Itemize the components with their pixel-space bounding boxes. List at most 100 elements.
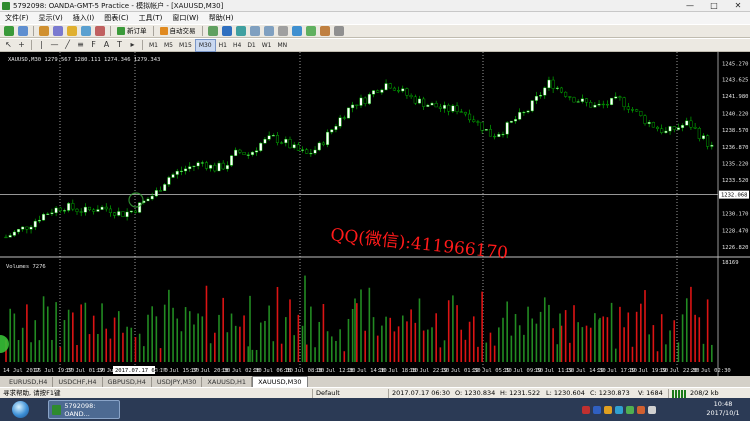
candle-body: [309, 152, 313, 155]
maximize-button[interactable]: □: [702, 0, 726, 12]
new-order-button[interactable]: 新订单: [114, 26, 150, 37]
candle-body: [417, 98, 421, 104]
tile-windows-icon[interactable]: [277, 26, 288, 36]
tray-app-icon[interactable]: [626, 405, 634, 414]
templates-icon[interactable]: [333, 26, 344, 36]
auto-scroll-icon[interactable]: [291, 26, 302, 36]
minimize-button[interactable]: —: [678, 0, 702, 12]
new-chart-icon[interactable]: [4, 26, 14, 36]
price-chart[interactable]: XAUUSD,M30 1279.567 1280.111 1274.346 12…: [0, 52, 750, 376]
taskbar-app-button[interactable]: 5792098: OAND...: [48, 400, 120, 419]
vertical-line-icon[interactable]: |: [37, 40, 46, 50]
menu-tools[interactable]: 工具(T): [134, 12, 168, 24]
data-window-icon[interactable]: [53, 26, 63, 36]
timeframe-mn[interactable]: MN: [275, 40, 291, 51]
trend-line-icon[interactable]: ╱: [63, 40, 72, 50]
timeframe-m30[interactable]: M30: [194, 38, 216, 52]
timeframe-d1[interactable]: D1: [244, 40, 258, 51]
timeframe-m15[interactable]: M15: [176, 40, 195, 51]
tray-input-icon[interactable]: [615, 405, 623, 414]
candle-body: [706, 135, 710, 147]
zoom-out-icon[interactable]: [263, 26, 274, 36]
navigator-icon[interactable]: [67, 26, 77, 36]
arrow-tool-icon[interactable]: ▸: [128, 40, 137, 50]
candle-body: [605, 104, 609, 106]
tab-usdjpy-m30[interactable]: USDJPY,M30: [152, 377, 203, 387]
candle-body: [413, 96, 417, 104]
strategy-tester-icon[interactable]: [95, 26, 105, 36]
chart-shift-icon[interactable]: [305, 26, 316, 36]
status-bar: 寻求帮助, 请按F1键 Default 2017.07.17 06:30 O: …: [0, 387, 750, 398]
terminal-icon[interactable]: [81, 26, 91, 36]
timeframe-w1[interactable]: W1: [259, 40, 275, 51]
market-watch-icon[interactable]: [39, 26, 49, 36]
title-bar: 5792098: OANDA-GMT-5 Practice - 模拟帐户 - […: [0, 0, 750, 12]
tab-xauusd-h1[interactable]: XAUUSD,H1: [202, 377, 253, 387]
volume-max-label: 18169: [722, 260, 739, 266]
price-tick-label: 1243.625: [722, 78, 749, 84]
candle-body: [409, 95, 413, 98]
candle-body: [33, 220, 37, 228]
menu-view[interactable]: 显示(V): [34, 12, 68, 24]
tray-flag-icon[interactable]: [637, 405, 645, 414]
candle-body: [668, 126, 672, 132]
close-button[interactable]: ✕: [726, 0, 750, 12]
zoom-in-icon[interactable]: [249, 26, 260, 36]
label-tool-icon[interactable]: T: [115, 40, 124, 50]
tab-gbpusd-h4[interactable]: GBPUSD,H4: [103, 377, 152, 387]
tab-xauusd-m30[interactable]: XAUUSD,M30: [252, 376, 308, 387]
menu-help[interactable]: 帮助(H): [204, 12, 239, 24]
candle-body: [204, 162, 208, 169]
new-order-icon: [117, 27, 125, 35]
timeframe-h4[interactable]: H4: [230, 40, 244, 51]
channel-icon[interactable]: ≡: [76, 40, 85, 50]
candle-body: [622, 97, 626, 107]
candle-body: [62, 210, 66, 212]
timeframe-m1[interactable]: M1: [146, 40, 161, 51]
timeframe-m5[interactable]: M5: [161, 40, 176, 51]
menu-charts[interactable]: 图表(C): [99, 12, 133, 24]
candle-body: [614, 96, 618, 99]
candle-body: [568, 96, 572, 98]
profiles-icon[interactable]: [18, 26, 28, 36]
line-chart-icon[interactable]: [235, 26, 246, 36]
candle-body: [175, 170, 179, 175]
menu-window[interactable]: 窗口(W): [167, 12, 203, 24]
candle-body: [271, 135, 275, 137]
candle-body: [280, 142, 284, 144]
tray-antivirus-icon[interactable]: [582, 405, 590, 414]
tray-volume-icon[interactable]: [648, 405, 656, 414]
chart-header: XAUUSD,M30 1279.567 1280.111 1274.346 12…: [8, 57, 160, 63]
chart-window[interactable]: XAUUSD,M30 1279.567 1280.111 1274.346 12…: [0, 52, 750, 376]
candle-body: [697, 128, 701, 139]
candle-body: [618, 96, 622, 98]
crosshair-icon[interactable]: +: [17, 40, 26, 50]
candle-body: [163, 184, 167, 191]
system-clock[interactable]: 10:48 2017/10/1: [698, 400, 748, 418]
tab-usdchf-h4[interactable]: USDCHF,H4: [53, 377, 103, 387]
candle-body: [693, 127, 697, 129]
candle-body: [530, 100, 534, 112]
candle-body: [159, 190, 163, 192]
drag-handle-icon: [0, 335, 9, 353]
candle-body: [342, 117, 346, 119]
indicators-icon[interactable]: [319, 26, 330, 36]
candle-body: [426, 104, 430, 107]
tray-network-icon[interactable]: [593, 405, 601, 414]
crosshair-date-label: 2017.07.17 6:30: [115, 368, 165, 374]
candlestick-icon[interactable]: [221, 26, 232, 36]
tab-eurusd-h4[interactable]: EURUSD,H4: [4, 377, 54, 387]
start-button[interactable]: [2, 400, 42, 419]
tray-update-icon[interactable]: [604, 405, 612, 414]
text-tool-icon[interactable]: A: [102, 40, 111, 50]
menu-insert[interactable]: 插入(I): [68, 12, 100, 24]
timeframe-h1[interactable]: H1: [216, 40, 230, 51]
cursor-icon[interactable]: ↖: [4, 40, 13, 50]
menu-file[interactable]: 文件(F): [0, 12, 34, 24]
candle-body: [480, 121, 484, 131]
candle-body: [639, 110, 643, 116]
fibonacci-icon[interactable]: F: [89, 40, 98, 50]
bar-chart-icon[interactable]: [207, 26, 218, 36]
horizontal-line-icon[interactable]: —: [50, 40, 59, 50]
auto-trading-button[interactable]: 自动交易: [157, 26, 199, 37]
